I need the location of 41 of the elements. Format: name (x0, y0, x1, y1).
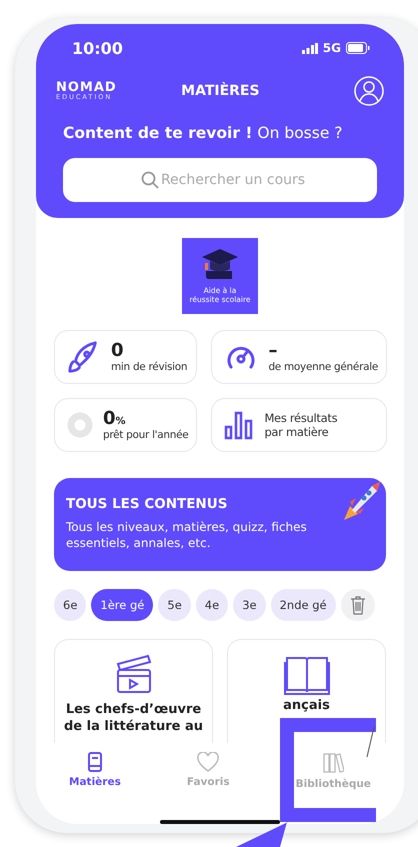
level-chip[interactable]: 5e (158, 589, 191, 622)
stat-card[interactable]: Mes résultats par matière (211, 398, 388, 452)
books-icon (322, 752, 344, 774)
signal-icon (302, 42, 318, 54)
stat-card[interactable]: 0 min de révision (54, 330, 198, 384)
delete-button[interactable] (340, 589, 375, 622)
level-chip[interactable]: 2nde gé (270, 589, 336, 622)
clapperboard-icon (114, 654, 152, 694)
progress-ring-icon (67, 412, 93, 438)
stat-value: 0 (111, 341, 125, 361)
network-label: 5G (322, 41, 341, 55)
nav-tab[interactable]: Matières (63, 752, 127, 808)
all-content-banner[interactable]: TOUS LES CONTENUS Tous les niveaux, matières, quizz, fiches essentiels, annales, etc. (54, 478, 386, 572)
open-book-icon (282, 654, 330, 696)
stat-card[interactable]: 0% prêt pour l'année (54, 398, 198, 452)
stat-label: prêt pour l'année (103, 428, 188, 441)
level-chip[interactable]: 4e (196, 589, 228, 622)
stat-label: de moyenne générale (268, 360, 378, 373)
status-time: 10:00 (72, 38, 123, 58)
search-field[interactable]: Rechercher un cours (63, 158, 377, 202)
stat-value: – (268, 341, 278, 361)
level-chip[interactable]: 6e (54, 589, 86, 622)
search-icon (141, 171, 159, 189)
stat-card[interactable]: – de moyenne générale (211, 330, 388, 384)
level-chip[interactable]: 1ère gé (91, 589, 154, 622)
stat-label: Mes résultats par matière (264, 411, 338, 439)
trash-icon (350, 595, 366, 616)
level-chip[interactable]: 3e (233, 589, 266, 622)
book-icon (86, 752, 103, 772)
profile-icon[interactable] (354, 76, 384, 106)
banner-text: Tous les niveaux, matières, quizz, fiches essentiels, annales, etc. (66, 520, 308, 552)
stat-label: min de révision (111, 360, 188, 373)
bar-chart-icon (224, 410, 254, 440)
heart-icon (196, 752, 220, 772)
course-title: ançais (282, 698, 331, 716)
battery-icon (346, 42, 370, 54)
stat-value: 0% (103, 409, 127, 429)
page-title: MATIÈRES (181, 83, 260, 99)
greeting-text: Content de te revoir ! On bosse ? (63, 124, 344, 142)
banner-title: TOUS LES CONTENUS (66, 496, 228, 512)
course-title: Les chefs-d’œuvre de la littérature au (63, 702, 204, 736)
